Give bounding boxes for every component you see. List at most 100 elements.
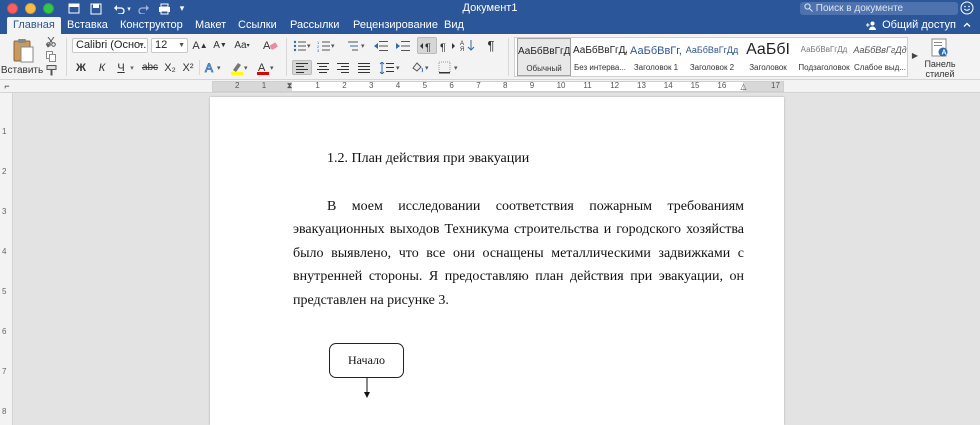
- numbering-icon[interactable]: 1 2 3 ▾: [316, 38, 338, 53]
- font-name-select[interactable]: Calibri (Осно... ▼: [72, 38, 148, 53]
- strikethrough-button[interactable]: abc: [139, 60, 161, 75]
- tab-references[interactable]: Ссылки: [232, 17, 283, 34]
- maximize-window-button[interactable]: [43, 3, 54, 14]
- tab-view[interactable]: Вид: [438, 17, 470, 34]
- show-formatting-icon[interactable]: ¶: [482, 38, 500, 53]
- change-case-icon[interactable]: Aa ▾: [233, 38, 251, 53]
- left-margin-shade: [213, 82, 292, 91]
- style-subtitle[interactable]: АаБбВвГгДд Подзаголовок: [797, 38, 851, 76]
- svg-text:▾: ▾: [244, 65, 248, 72]
- sort-icon[interactable]: AЯ: [459, 38, 477, 53]
- ruler-number: 4: [395, 81, 401, 90]
- superscript-button[interactable]: X²: [180, 60, 196, 75]
- shading-icon[interactable]: ▾: [409, 60, 433, 75]
- style-name: Заголовок 2: [689, 63, 735, 72]
- rtl-paragraph-icon[interactable]: ¶: [439, 38, 457, 53]
- tab-review[interactable]: Рецензирование: [347, 17, 444, 34]
- flowchart-arrow: [364, 378, 370, 398]
- decrease-indent-icon[interactable]: [372, 38, 390, 53]
- styles-more-icon[interactable]: ▶: [910, 49, 920, 61]
- undo-dropdown-icon[interactable]: ▾: [125, 1, 133, 16]
- style-sample: АаБбВвГгДд: [685, 45, 739, 55]
- copy-icon[interactable]: [44, 50, 58, 62]
- underline-options-icon[interactable]: ▾: [128, 60, 136, 75]
- svg-text:Я: Я: [460, 47, 464, 52]
- text-effects-icon[interactable]: A ▾: [203, 60, 225, 75]
- font-color-icon[interactable]: A ▾: [255, 60, 277, 75]
- style-sample: АаБбВвГг,: [630, 45, 682, 57]
- highlight-color-icon[interactable]: ▾: [229, 60, 251, 75]
- vertical-ruler-number: 2: [2, 167, 7, 176]
- search-icon: [804, 3, 813, 12]
- styles-pane-icon[interactable]: A: [930, 38, 950, 58]
- flowchart-start-node[interactable]: Начало: [329, 343, 404, 378]
- font-size-value: 12: [155, 39, 168, 51]
- vertical-ruler-number: 1: [2, 127, 7, 136]
- align-center-icon[interactable]: [314, 60, 332, 75]
- customize-toolbar-icon[interactable]: ▾: [174, 1, 190, 16]
- bold-button[interactable]: Ж: [73, 60, 89, 75]
- vertical-ruler-number: 7: [2, 367, 7, 376]
- share-button[interactable]: Общий доступ: [866, 17, 956, 34]
- bullets-icon[interactable]: ▾: [292, 38, 314, 53]
- collapse-ribbon-icon[interactable]: [962, 20, 972, 30]
- style-no-spacing[interactable]: АаБбВвГгДд Без интерва...: [573, 38, 627, 76]
- divider: [508, 38, 509, 76]
- subscript-button[interactable]: X₂: [162, 60, 178, 75]
- style-sample: АаБбВвГгДд: [573, 45, 627, 56]
- tab-stop-selector-icon[interactable]: ⌐: [2, 81, 12, 91]
- ruler-number: 14: [663, 81, 673, 90]
- section-heading: 1.2. План действия при эвакуации: [327, 151, 530, 166]
- search-input[interactable]: Поиск в документе: [800, 2, 958, 15]
- style-subtle-emphasis[interactable]: АаБбВвГгДд Слабое выд...: [853, 38, 907, 76]
- style-heading-2[interactable]: АаБбВвГгДд Заголовок 2: [685, 38, 739, 76]
- cut-icon[interactable]: [44, 36, 58, 48]
- feedback-smiley-icon[interactable]: [960, 1, 974, 15]
- vertical-ruler-number: 5: [2, 287, 7, 296]
- style-sample: АаБбВвГгДд: [800, 45, 848, 54]
- justify-icon[interactable]: [355, 60, 373, 75]
- close-window-button[interactable]: [7, 3, 18, 14]
- home-icon[interactable]: [66, 1, 82, 16]
- style-title[interactable]: АаБбI Заголовок: [741, 38, 795, 76]
- ruler-number: 12: [610, 81, 620, 90]
- borders-icon[interactable]: ▾: [437, 60, 465, 75]
- shrink-font-icon[interactable]: A ▼: [211, 38, 229, 53]
- ltr-paragraph-icon[interactable]: ¶: [417, 37, 437, 54]
- paste-button[interactable]: Вставить: [1, 64, 43, 76]
- underline-button[interactable]: Ч: [113, 60, 129, 75]
- line-spacing-icon[interactable]: ▾: [378, 60, 404, 75]
- ruler-number: 1: [315, 81, 320, 90]
- styles-pane-button-line-2: стилей: [925, 68, 955, 79]
- italic-button[interactable]: К: [94, 60, 110, 75]
- align-left-icon[interactable]: [292, 60, 312, 75]
- tab-insert[interactable]: Вставка: [61, 17, 114, 34]
- tab-mailings[interactable]: Рассылки: [284, 17, 345, 34]
- grow-font-icon[interactable]: A ▲: [191, 38, 209, 53]
- increase-indent-icon[interactable]: [394, 38, 412, 53]
- minimize-window-button[interactable]: [25, 3, 36, 14]
- format-painter-icon[interactable]: [44, 64, 58, 76]
- redo-icon[interactable]: [136, 1, 152, 16]
- print-icon[interactable]: [156, 1, 172, 16]
- tab-design[interactable]: Конструктор: [114, 17, 189, 34]
- save-icon[interactable]: [88, 1, 104, 16]
- paste-icon[interactable]: [6, 36, 40, 64]
- ruler[interactable]: 2 1 1 2 3 4 5 6 7 8 9 10 11 12 13 14 15 16 17: [212, 81, 784, 92]
- svg-text:3: 3: [317, 48, 320, 52]
- clear-formatting-icon[interactable]: A: [261, 38, 279, 53]
- svg-text:▾: ▾: [396, 65, 400, 72]
- styles-pane-button[interactable]: Панель: [922, 59, 958, 69]
- tab-layout[interactable]: Макет: [189, 17, 232, 34]
- style-normal[interactable]: АаБбВвГгДд Обычный: [517, 38, 571, 76]
- svg-text:¶: ¶: [440, 42, 446, 52]
- font-size-select[interactable]: 12 ▼: [151, 38, 188, 53]
- tab-home[interactable]: Главная: [7, 17, 61, 34]
- right-indent-marker-icon[interactable]: △: [739, 80, 748, 92]
- multilevel-list-icon[interactable]: ▾: [346, 38, 368, 53]
- align-right-icon[interactable]: [334, 60, 352, 75]
- indent-marker-icon[interactable]: ⧗: [285, 79, 294, 93]
- vertical-ruler-number: 6: [2, 327, 7, 336]
- style-heading-1[interactable]: АаБбВвГг, Заголовок 1: [629, 38, 683, 76]
- style-name: Заголовок 1: [633, 63, 679, 72]
